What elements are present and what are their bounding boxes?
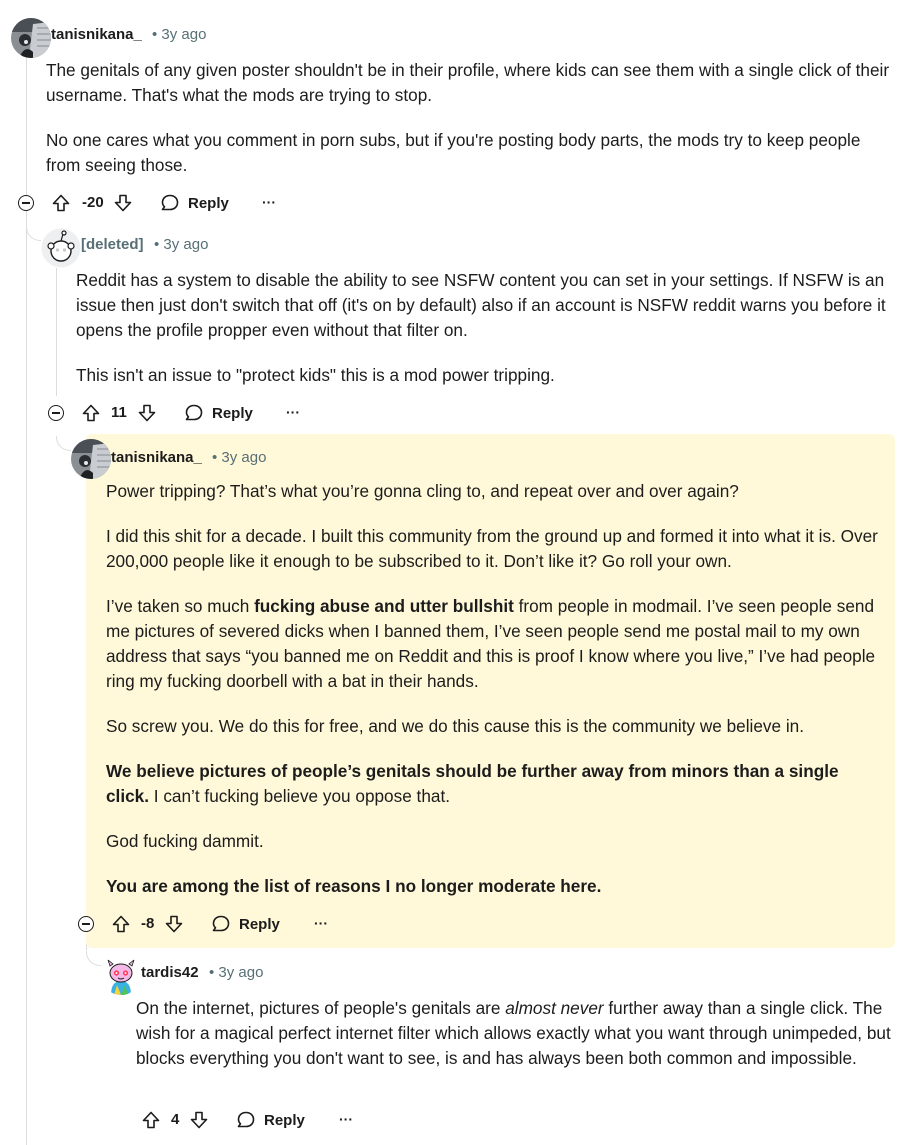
more-options-button[interactable]: ··· — [262, 194, 276, 210]
collapse-thread-button[interactable] — [48, 405, 64, 421]
bold-text: You are among the list of reasons I no l… — [106, 876, 602, 896]
paragraph-text: On the internet, pictures of people's ge… — [136, 998, 506, 1018]
collapse-thread-button[interactable] — [18, 195, 34, 211]
downvote-icon[interactable] — [189, 1110, 209, 1130]
comment-timestamp[interactable]: • 3y ago — [154, 236, 208, 253]
comment-paragraph: I did this shit for a decade. I built th… — [106, 526, 878, 571]
thread-elbow — [26, 226, 41, 241]
comment-bubble-icon — [161, 194, 179, 211]
comment-paragraph: No one cares what you comment in porn su… — [46, 130, 861, 175]
comment-paragraph: On the internet, pictures of people's ge… — [136, 996, 891, 1071]
reply-label: Reply — [188, 194, 229, 212]
reply-label: Reply — [212, 404, 253, 422]
more-options-button[interactable]: ··· — [339, 1111, 353, 1127]
more-options-button[interactable]: ··· — [314, 915, 328, 931]
user-avatar-icon — [11, 18, 51, 58]
bold-text: fucking abuse and utter bullshit — [254, 596, 514, 616]
downvote-icon[interactable] — [137, 403, 157, 423]
reply-button[interactable]: Reply — [236, 1104, 305, 1136]
reply-label: Reply — [239, 915, 280, 933]
vote-score: 4 — [171, 1111, 180, 1128]
comment-bubble-icon — [212, 915, 230, 932]
reply-label: Reply — [264, 1111, 305, 1129]
comment-paragraph: The genitals of any given poster shouldn… — [46, 60, 890, 105]
vote-score: 11 — [111, 404, 127, 421]
upvote-icon[interactable] — [81, 403, 101, 423]
comment-bubble-icon — [185, 404, 203, 421]
comment-bubble-icon — [237, 1111, 255, 1128]
comment-author[interactable]: tanisnikana_ — [111, 449, 202, 466]
reply-button[interactable]: Reply — [160, 187, 229, 219]
comment-paragraph: Reddit has a system to disable the abili… — [76, 270, 886, 340]
vote-score: -20 — [82, 194, 104, 211]
downvote-icon[interactable] — [164, 914, 184, 934]
comment-paragraph: Power tripping? That’s what you’re gonna… — [106, 481, 739, 501]
comment-paragraph: God fucking dammit. — [106, 831, 264, 851]
snoo-avatar-icon — [101, 955, 141, 995]
more-options-button[interactable]: ··· — [286, 404, 300, 420]
upvote-icon[interactable] — [51, 193, 71, 213]
vote-score: -8 — [141, 915, 155, 932]
comment-timestamp[interactable]: • 3y ago — [212, 449, 266, 466]
thread-elbow — [56, 436, 71, 451]
collapse-thread-button[interactable] — [78, 916, 94, 932]
avatar[interactable] — [11, 18, 51, 58]
deleted-user-avatar-icon — [41, 228, 81, 268]
comment-timestamp[interactable]: • 3y ago — [152, 26, 206, 43]
avatar[interactable] — [41, 228, 81, 268]
thread-line-level-1[interactable] — [56, 268, 57, 396]
comment-author: [deleted] — [81, 236, 144, 253]
downvote-icon[interactable] — [113, 193, 133, 213]
upvote-icon[interactable] — [141, 1110, 161, 1130]
comment-paragraph: This isn't an issue to "protect kids" th… — [76, 365, 555, 385]
comment-paragraph: You are among the list of reasons I no l… — [106, 874, 891, 899]
italic-text: almost never — [505, 998, 604, 1018]
user-avatar-icon — [71, 439, 111, 479]
comment-paragraph: So screw you. We do this for free, and w… — [106, 716, 805, 736]
comment-paragraph: We believe pictures of people’s genitals… — [106, 759, 866, 809]
reply-button[interactable]: Reply — [184, 397, 253, 429]
upvote-icon[interactable] — [111, 914, 131, 934]
comment-timestamp[interactable]: • 3y ago — [209, 964, 263, 981]
comment-paragraph: I’ve taken so much fucking abuse and utt… — [106, 594, 891, 694]
avatar[interactable] — [101, 955, 141, 995]
comment-author[interactable]: tanisnikana_ — [51, 26, 142, 43]
thread-elbow — [86, 951, 101, 966]
avatar[interactable] — [71, 439, 111, 479]
thread-line-level-0[interactable] — [26, 56, 27, 1145]
paragraph-text: I can’t fucking believe you oppose that. — [149, 786, 450, 806]
reply-button[interactable]: Reply — [211, 908, 280, 940]
paragraph-text: I’ve taken so much — [106, 596, 255, 616]
comment-author[interactable]: tardis42 — [141, 964, 199, 981]
